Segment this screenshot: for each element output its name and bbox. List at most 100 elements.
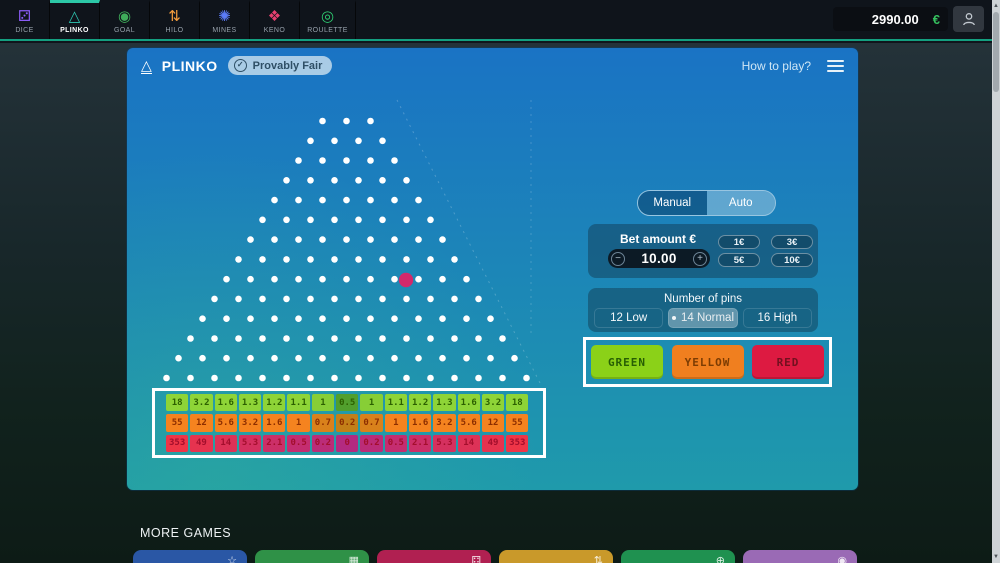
peg — [223, 355, 230, 362]
provably-fair-badge[interactable]: ✓ Provably Fair — [228, 56, 333, 75]
bet-button-yellow[interactable]: YELLOW — [672, 345, 744, 379]
peg — [403, 375, 410, 382]
peg — [271, 315, 278, 322]
tab-auto[interactable]: Auto — [707, 191, 776, 215]
nav-item-dice[interactable]: ⚂DICE — [0, 0, 50, 39]
peg — [391, 276, 398, 283]
nav-item-hilo[interactable]: ⇅HILO — [150, 0, 200, 39]
quick-bet-5[interactable]: 5€ — [718, 253, 760, 267]
scroll-up-icon[interactable]: ▲ — [992, 1, 1000, 11]
more-games-card-green[interactable]: ▦ — [255, 550, 369, 563]
quick-bet-3[interactable]: 3€ — [771, 235, 813, 249]
bet-decrease-button[interactable]: − — [611, 252, 625, 266]
peg — [391, 236, 398, 243]
peg — [403, 335, 410, 342]
more-games-card-purple[interactable]: ◉ — [743, 550, 857, 563]
user-account-button[interactable] — [953, 6, 984, 32]
peg — [307, 138, 314, 145]
scrollbar-thumb[interactable] — [993, 12, 999, 92]
multiplier-cell: 1 — [360, 394, 382, 411]
more-games-card-blue[interactable]: ☆ — [133, 550, 247, 563]
multiplier-cell: 1.6 — [458, 394, 480, 411]
peg — [439, 236, 446, 243]
multiplier-cell: 3.2 — [239, 414, 261, 431]
peg — [235, 375, 242, 382]
peg — [475, 375, 482, 382]
plinko-app: ⚂DICE△PLINKO◉GOAL⇅HILO✺MINES❖KENO◎ROULET… — [0, 0, 1000, 563]
peg — [343, 276, 350, 283]
more-games-heading: MORE GAMES — [140, 526, 231, 540]
peg — [259, 296, 266, 303]
bet-button-green[interactable]: GREEN — [591, 345, 663, 379]
pins-option-12[interactable]: 12 Low — [594, 308, 663, 328]
nav-item-goal[interactable]: ◉GOAL — [100, 0, 150, 39]
multiplier-cell: 1.2 — [409, 394, 431, 411]
peg — [427, 335, 434, 342]
bet-button-red[interactable]: RED — [752, 345, 824, 379]
peg — [499, 375, 506, 382]
plinko-game-panel: △ PLINKO ✓ Provably Fair How to play? — [127, 48, 858, 490]
plinko-ball — [399, 273, 413, 287]
peg — [319, 355, 326, 362]
peg — [331, 177, 338, 184]
peg — [439, 355, 446, 362]
scroll-down-icon[interactable]: ▼ — [992, 552, 1000, 562]
peg — [343, 236, 350, 243]
nav-item-plinko[interactable]: △PLINKO — [50, 0, 100, 39]
multiplier-cell: 2.1 — [409, 435, 431, 452]
peg — [283, 296, 290, 303]
peg — [331, 335, 338, 342]
dice-icon: ⚃ — [471, 554, 481, 563]
peg — [439, 276, 446, 283]
peg — [295, 355, 302, 362]
tab-manual[interactable]: Manual — [638, 191, 707, 215]
quick-bet-10[interactable]: 10€ — [771, 253, 813, 267]
keno-grid-icon: ▦ — [349, 554, 359, 563]
peg — [307, 335, 314, 342]
pins-option-label: 12 Low — [610, 312, 647, 324]
peg — [331, 375, 338, 382]
quick-bet-1[interactable]: 1€ — [718, 235, 760, 249]
pins-options: 12 Low 14 Normal 16 High — [594, 308, 812, 328]
game-header: △ PLINKO ✓ Provably Fair How to play? — [127, 48, 858, 83]
peg — [343, 118, 350, 125]
pins-option-14[interactable]: 14 Normal — [668, 308, 737, 328]
menu-icon[interactable] — [827, 60, 844, 72]
more-games-card-red[interactable]: ⚃ — [377, 550, 491, 563]
peg — [367, 197, 374, 204]
peg — [451, 335, 458, 342]
how-to-play-link[interactable]: How to play? — [742, 59, 811, 73]
nav-item-roulette[interactable]: ◎ROULETTE — [300, 0, 356, 39]
peg — [271, 355, 278, 362]
nav-item-mines[interactable]: ✺MINES — [200, 0, 250, 39]
peg — [511, 355, 518, 362]
peg — [415, 276, 422, 283]
peg — [247, 355, 254, 362]
peg — [427, 296, 434, 303]
nav-item-keno[interactable]: ❖KENO — [250, 0, 300, 39]
multiplier-cell: 0.2 — [336, 414, 358, 431]
multiplier-cell: 1.1 — [385, 394, 407, 411]
hilo-icon: ⇅ — [168, 9, 181, 25]
peg — [199, 315, 206, 322]
multiplier-cell: 3.2 — [482, 394, 504, 411]
pins-option-16[interactable]: 16 High — [743, 308, 812, 328]
page-background: △ PLINKO ✓ Provably Fair How to play? — [0, 43, 992, 563]
scrollbar[interactable]: ▲ ▼ — [992, 0, 1000, 563]
multiplier-row-green: 183.21.61.31.21.110.511.11.21.31.63.218 — [166, 394, 532, 411]
peg — [235, 296, 242, 303]
game-title: PLINKO — [162, 58, 218, 74]
peg — [247, 236, 254, 243]
more-games-card-green2[interactable]: ⊕ — [621, 550, 735, 563]
bet-value[interactable]: 10.00 — [641, 251, 676, 266]
peg — [187, 335, 194, 342]
peg — [343, 355, 350, 362]
more-games-card-gold[interactable]: ⇅ — [499, 550, 613, 563]
bet-increase-button[interactable]: + — [693, 252, 707, 266]
peg — [475, 296, 482, 303]
peg — [379, 138, 386, 145]
peg — [439, 315, 446, 322]
pins-panel: Number of pins 12 Low14 Normal16 High — [588, 288, 818, 332]
peg — [391, 355, 398, 362]
peg — [247, 315, 254, 322]
